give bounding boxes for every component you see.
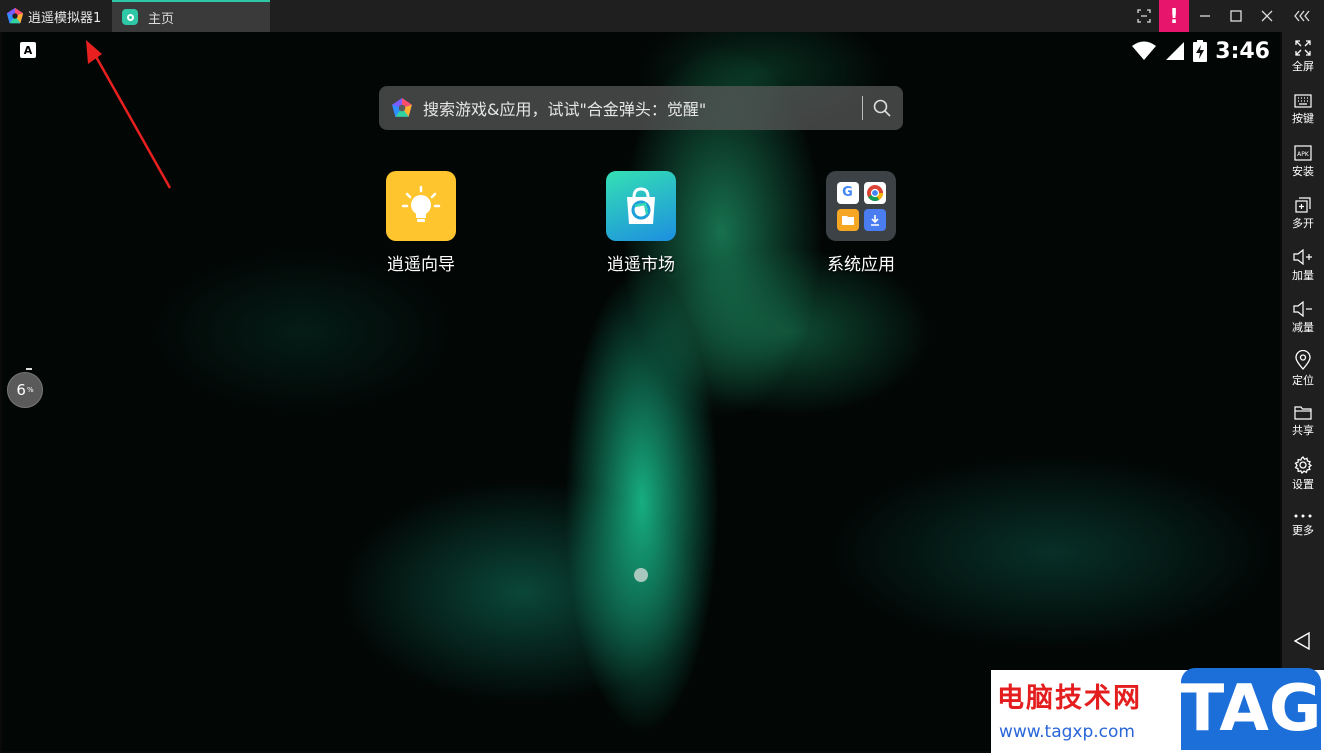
svg-text:APK: APK — [1297, 151, 1310, 158]
folder-icon — [1294, 406, 1312, 420]
app-title-tab[interactable]: 逍遥模拟器1 — [0, 0, 112, 32]
tab-home[interactable]: 主页 — [112, 0, 270, 32]
sidebar-item-volume-down[interactable]: 减量 — [1282, 301, 1324, 335]
window-controls: ! — [1128, 0, 1324, 32]
screenshot-icon — [1136, 9, 1151, 23]
location-icon — [1295, 350, 1311, 370]
sidebar-item-volume-up[interactable]: 加量 — [1282, 249, 1324, 283]
floating-percent-ball[interactable]: 6% — [7, 372, 43, 408]
search-icon[interactable] — [873, 99, 891, 117]
app-label: 逍遥向导 — [387, 255, 455, 275]
sidebar-item-fullscreen[interactable]: 全屏 — [1282, 40, 1324, 74]
app-label: 系统应用 — [827, 255, 895, 275]
emulator-sidebar: 全屏 按键 APK 安装 多开 加量 减量 定位 共享 设置 更多 — [1282, 32, 1324, 753]
minimize-button[interactable] — [1189, 0, 1220, 32]
alert-button[interactable]: ! — [1159, 0, 1189, 32]
app-label: 逍遥市场 — [607, 255, 675, 275]
search-input[interactable]: 搜索游戏&应用，试试"合金弹头：觉醒" — [423, 96, 852, 120]
multi-instance-icon — [1295, 197, 1311, 213]
wifi-icon — [1132, 41, 1157, 60]
keyboard-indicator-icon: A — [20, 42, 36, 58]
app-guide[interactable]: 逍遥向导 — [371, 171, 471, 275]
sidebar-item-keymap[interactable]: 按键 — [1282, 94, 1324, 126]
title-bar: 逍遥模拟器1 主页 ! — [0, 0, 1324, 32]
alert-icon: ! — [1169, 4, 1179, 28]
screenshot-button[interactable] — [1128, 0, 1159, 32]
watermark-title: 电脑技术网 — [997, 683, 1142, 714]
signal-icon — [1166, 42, 1185, 60]
gear-icon — [1294, 456, 1312, 474]
chevrons-left-icon — [1294, 10, 1310, 22]
shopping-bag-icon — [606, 171, 676, 241]
sidebar-item-install[interactable]: APK 安装 — [1282, 145, 1324, 179]
google-icon: G — [836, 181, 859, 204]
sidebar-item-multi-instance[interactable]: 多开 — [1282, 197, 1324, 231]
app-system-folder[interactable]: G 系统应用 — [811, 171, 911, 275]
home-tab-icon — [122, 9, 138, 25]
close-button[interactable] — [1251, 0, 1282, 32]
apk-icon: APK — [1294, 145, 1312, 161]
android-screen[interactable]: A 3:46 搜索游戏&应用，试试"合金弹头：觉醒" 逍遥向导 逍遥市场 G 系… — [2, 32, 1280, 751]
close-icon — [1261, 10, 1272, 22]
maximize-icon — [1229, 10, 1242, 22]
file-manager-icon — [836, 208, 859, 231]
folder-grid-icon: G — [826, 171, 896, 241]
volume-up-icon — [1293, 249, 1312, 265]
app-title: 逍遥模拟器1 — [28, 10, 102, 26]
app-logo-icon — [6, 7, 24, 24]
minimize-icon — [1199, 15, 1210, 17]
page-indicator-dot[interactable] — [634, 568, 648, 582]
tab-home-label: 主页 — [148, 11, 175, 27]
sidebar-item-settings[interactable]: 设置 — [1282, 456, 1324, 492]
sidebar-item-more[interactable]: 更多 — [1282, 512, 1324, 538]
back-icon[interactable] — [1294, 632, 1310, 650]
volume-down-icon — [1293, 301, 1312, 317]
maximize-button[interactable] — [1220, 0, 1251, 32]
indicator-tick — [26, 368, 32, 370]
percent-value: 6 — [16, 381, 26, 399]
more-icon — [1294, 514, 1312, 518]
app-logo-icon — [392, 98, 412, 117]
watermark-badge: TAG — [1181, 668, 1321, 750]
lightbulb-icon — [386, 171, 456, 241]
search-divider — [862, 96, 863, 120]
watermark: 电脑技术网 www.tagxp.com TAG — [991, 668, 1324, 753]
collapse-sidebar-button[interactable] — [1282, 0, 1324, 32]
sidebar-item-location[interactable]: 定位 — [1282, 350, 1324, 388]
status-bar: 3:46 — [1131, 36, 1270, 66]
sidebar-item-share[interactable]: 共享 — [1282, 405, 1324, 438]
watermark-url: www.tagxp.com — [999, 722, 1135, 742]
chrome-icon — [863, 181, 886, 204]
keyboard-icon — [1294, 94, 1312, 108]
percent-unit: % — [26, 386, 34, 394]
fullscreen-icon — [1295, 40, 1311, 56]
annotation-arrow-icon — [86, 40, 172, 189]
app-market[interactable]: 逍遥市场 — [591, 171, 691, 275]
battery-charging-icon — [1193, 40, 1208, 62]
search-bar[interactable]: 搜索游戏&应用，试试"合金弹头：觉醒" — [379, 86, 903, 130]
clock: 3:46 — [1215, 38, 1270, 64]
download-icon — [863, 208, 886, 231]
